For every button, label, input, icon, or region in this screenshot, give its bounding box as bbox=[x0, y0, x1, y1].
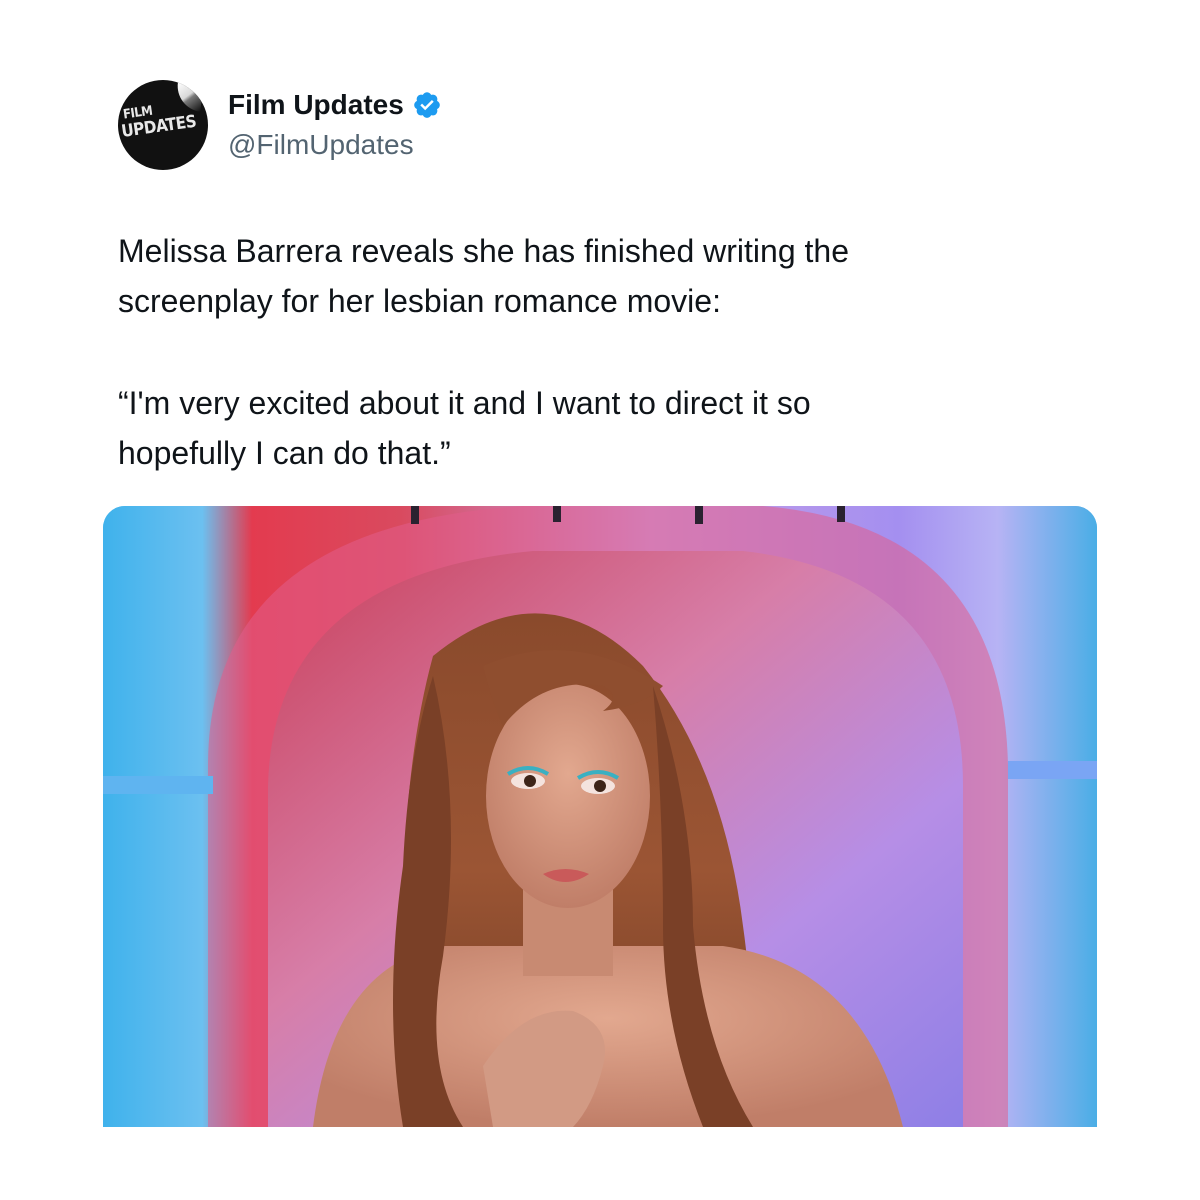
photo-illustration bbox=[103, 506, 1097, 1127]
avatar[interactable]: FILM UPDATES bbox=[118, 80, 208, 170]
display-name-row: Film Updates bbox=[228, 85, 442, 125]
tweet-paragraph: “I'm very excited about it and I want to… bbox=[118, 385, 811, 471]
display-name[interactable]: Film Updates bbox=[228, 89, 404, 121]
tweet-paragraph: Melissa Barrera reveals she has finished… bbox=[118, 233, 849, 319]
tweet-body: Melissa Barrera reveals she has finished… bbox=[118, 226, 1078, 530]
account-handle[interactable]: @FilmUpdates bbox=[228, 125, 442, 165]
tweet-photo[interactable] bbox=[103, 506, 1097, 1127]
tweet-header: FILM UPDATES Film Updates @FilmUpdates bbox=[118, 80, 442, 170]
tweet-card: FILM UPDATES Film Updates @FilmUpdates M… bbox=[0, 0, 1200, 1200]
verified-badge-icon bbox=[414, 92, 440, 118]
account-names: Film Updates @FilmUpdates bbox=[228, 85, 442, 165]
